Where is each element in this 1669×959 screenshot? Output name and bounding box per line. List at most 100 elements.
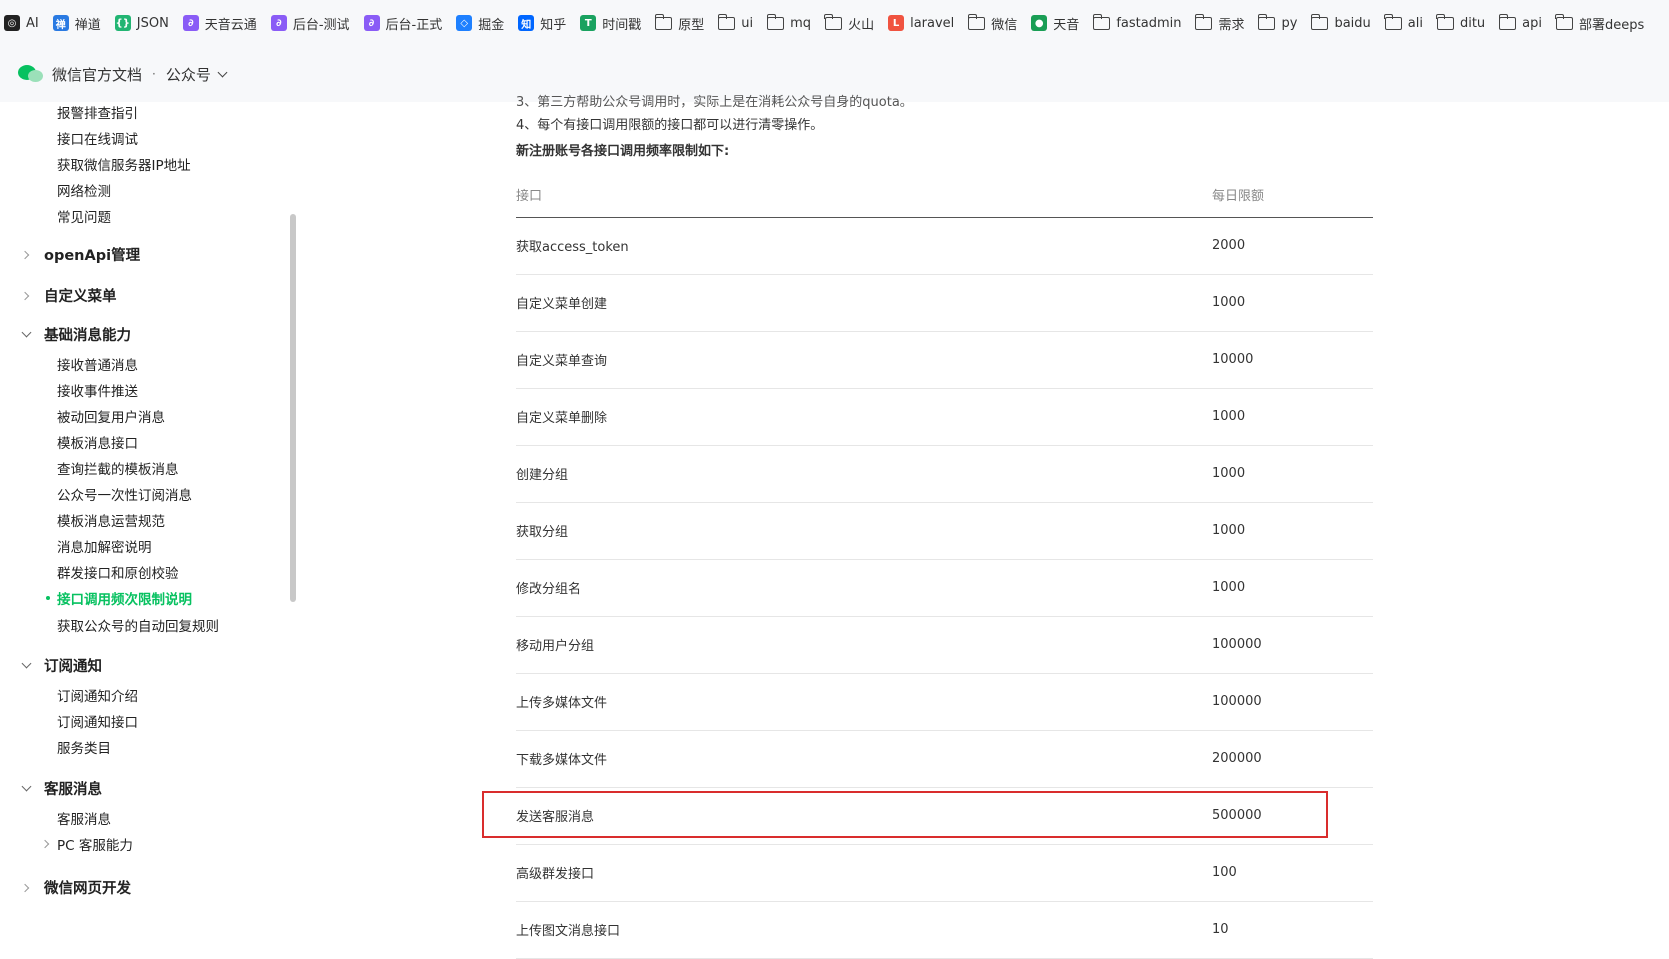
sidebar-item[interactable]: 模板消息运营规范 <box>57 510 165 530</box>
sidebar-item[interactable]: 订阅通知接口 <box>57 711 138 731</box>
chevron-right-icon[interactable] <box>40 839 50 849</box>
folder-icon <box>717 13 736 30</box>
wechat-logo-icon[interactable] <box>18 64 44 84</box>
chevron-down-icon[interactable] <box>21 781 32 792</box>
sidebar-item[interactable]: 获取微信服务器IP地址 <box>57 154 191 174</box>
paragraph-4: 4、每个有接口调用限额的接口都可以进行清零操作。 <box>516 118 824 133</box>
bookmark-label: 天音云通 <box>204 17 257 33</box>
bookmark-label: ali <box>1407 15 1423 31</box>
bookmark-item[interactable]: ● 天音 <box>1031 10 1079 36</box>
sidebar-item[interactable]: 公众号一次性订阅消息 <box>57 484 192 504</box>
table-row: 获取access_token 2000 <box>516 217 1373 275</box>
bookmark-item[interactable]: 部署deeps <box>1555 10 1644 36</box>
bookmark-item[interactable]: Llaravel <box>888 10 954 36</box>
bookmark-item[interactable]: 知知乎 <box>518 10 566 36</box>
daily-limit-cell: 1000 <box>1212 559 1373 617</box>
folder-icon <box>1384 13 1402 30</box>
column-header-api: 接口 <box>516 173 1212 218</box>
chevron-right-icon[interactable] <box>20 883 30 893</box>
bookmark-item[interactable]: 原型 <box>654 10 705 36</box>
column-header-daily-limit: 每日限额 <box>1212 173 1373 218</box>
sidebar-item[interactable]: 常见问题 <box>57 206 111 226</box>
bookmark-item[interactable]: {} JSON <box>114 10 169 36</box>
sidebar-group-web-dev[interactable]: 微信网页开发 <box>44 877 131 898</box>
bookmark-label: 微信 <box>991 17 1018 33</box>
folder-icon <box>1436 13 1454 30</box>
sidebar-item-pc-kf[interactable]: PC 客服能力 <box>57 834 133 854</box>
bookmark-label: 掘金 <box>478 17 505 33</box>
sidebar-item[interactable]: 接收普通消息 <box>57 354 138 374</box>
chevron-right-icon[interactable] <box>20 250 30 260</box>
bookmark-label: laravel <box>910 15 955 31</box>
bookmark-item[interactable]: mq <box>766 10 812 36</box>
header-separator: · <box>152 67 156 81</box>
table-title: 新注册账号各接口调用频率限制如下: <box>516 144 730 159</box>
sidebar-group-openapi[interactable]: openApi管理 <box>44 244 140 265</box>
timestamp-icon: T <box>580 15 597 31</box>
bookmark-item[interactable]: T 时间戳 <box>580 10 641 36</box>
bookmark-item[interactable]: fastadmin <box>1092 10 1181 36</box>
bookmark-item[interactable]: 微信 <box>967 10 1018 36</box>
bookmark-label: 后台-正式 <box>385 17 443 33</box>
api-name-cell: 自定义菜单查询 <box>516 331 1212 389</box>
bookmark-item[interactable]: ∂ 天音云通 <box>182 10 257 36</box>
chevron-down-icon[interactable] <box>21 327 32 338</box>
sidebar-item[interactable]: 模板消息接口 <box>57 432 138 452</box>
quota-table: 接口 每日限额 获取access_token 2000 自定义菜单创建 1000 自定义… <box>516 173 1373 959</box>
folder-icon <box>1555 13 1574 30</box>
bookmark-item[interactable]: ali <box>1384 10 1423 36</box>
bookmark-label: 原型 <box>678 17 705 33</box>
daily-limit-cell: 100 <box>1212 844 1373 902</box>
bookmark-item[interactable]: ◇ 掘金 <box>456 10 504 36</box>
chevron-down-icon <box>217 67 228 77</box>
daily-limit-cell: 10000 <box>1212 331 1373 389</box>
table-row: 上传图文消息接口 10 <box>516 901 1373 959</box>
bookmark-item[interactable]: baidu <box>1310 10 1371 36</box>
bookmark-item[interactable]: 需求 <box>1194 10 1244 36</box>
bookmark-label: api <box>1522 15 1543 31</box>
sidebar-item[interactable]: 报警排查指引 <box>57 102 138 122</box>
sidebar-item[interactable]: 服务类目 <box>57 737 111 757</box>
bookmark-label: 时间戳 <box>602 17 642 33</box>
api-name-cell: 获取分组 <box>516 502 1212 560</box>
chevron-down-icon[interactable] <box>21 658 32 669</box>
site-title[interactable]: 微信官方文档 <box>52 64 142 85</box>
daily-limit-cell: 2000 <box>1212 217 1373 275</box>
table-row: 自定义菜单删除 1000 <box>516 388 1373 446</box>
folder-icon <box>967 13 986 30</box>
bookmark-item[interactable]: 禅禅道 <box>52 10 101 36</box>
sidebar-item[interactable]: 获取公众号的自动回复规则 <box>57 615 219 635</box>
section-dropdown[interactable]: 公众号 <box>166 64 228 85</box>
bookmark-item[interactable]: py <box>1257 10 1297 36</box>
bookmark-item[interactable]: ui <box>717 10 753 36</box>
bookmark-label: baidu <box>1334 15 1371 31</box>
sidebar-item-active[interactable]: 接口调用频次限制说明 <box>57 588 192 608</box>
table-header-row: 接口 每日限额 <box>516 173 1373 218</box>
bookmark-item[interactable]: api <box>1498 10 1543 36</box>
bookmark-item[interactable]: ∂ 后台-测试 <box>270 10 350 36</box>
sidebar-group-customer-service[interactable]: 客服消息 <box>44 778 102 799</box>
chevron-right-icon[interactable] <box>20 291 30 301</box>
sidebar-item[interactable]: 群发接口和原创校验 <box>57 562 179 582</box>
sidebar-item[interactable]: 消息加解密说明 <box>57 536 152 556</box>
sidebar-item[interactable]: 网络检测 <box>57 180 111 200</box>
sidebar-item[interactable]: 被动回复用户消息 <box>57 406 165 426</box>
sidebar-item[interactable]: 接收事件推送 <box>57 380 138 400</box>
folder-icon <box>824 13 843 30</box>
bookmark-label: JSON <box>136 15 169 31</box>
sidebar-group-subscribe[interactable]: 订阅通知 <box>44 655 102 676</box>
bookmark-item[interactable]: 火山 <box>824 10 874 36</box>
daily-limit-cell: 200000 <box>1212 730 1373 788</box>
bookmark-label: mq <box>790 15 812 31</box>
sidebar-item[interactable]: 订阅通知介绍 <box>57 685 138 705</box>
sidebar-group-basic-messaging[interactable]: 基础消息能力 <box>44 324 131 345</box>
bookmark-item[interactable]: ◎ AI <box>4 10 39 36</box>
table-row: 移动用户分组 100000 <box>516 616 1373 674</box>
bookmark-item[interactable]: ditu <box>1436 10 1485 36</box>
sidebar-item[interactable]: 客服消息 <box>57 808 111 828</box>
bookmark-item[interactable]: ∂ 后台-正式 <box>363 10 443 36</box>
sidebar-item[interactable]: 查询拦截的模板消息 <box>57 458 179 478</box>
sidebar-item[interactable]: 接口在线调试 <box>57 128 138 148</box>
sidebar-group-custom-menu[interactable]: 自定义菜单 <box>44 285 117 306</box>
paragraph-3-cut: 3、第三方帮助公众号调用时，实际上是在消耗公众号自身的quota。 <box>516 95 913 110</box>
